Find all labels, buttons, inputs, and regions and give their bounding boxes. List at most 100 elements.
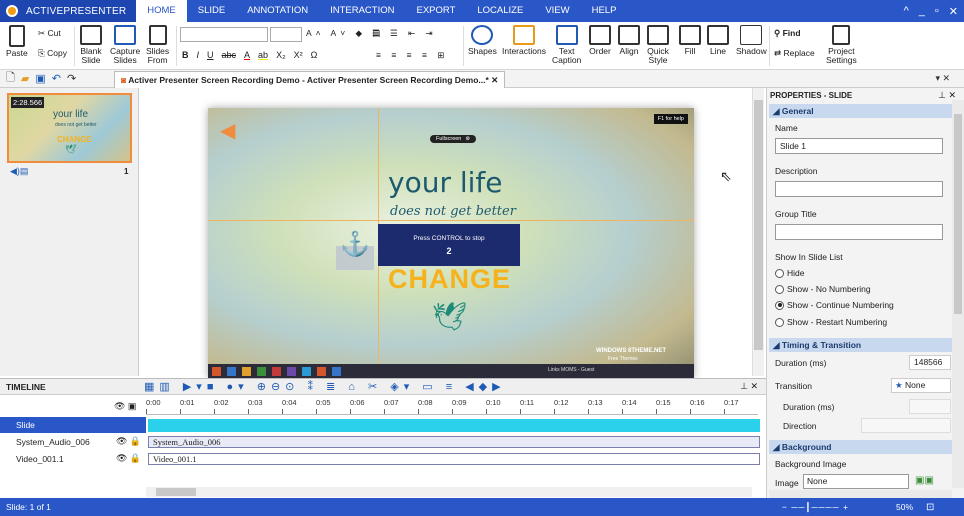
track-visibility-icon[interactable]: 👁 ▣	[114, 401, 136, 412]
app-menu-button[interactable]: ACTIVEPRESENTER	[0, 0, 137, 22]
slide-thumbnail[interactable]: 2:28.566 your life does not get better C…	[7, 93, 132, 163]
quick-style-button[interactable]: Quick Style	[647, 25, 669, 65]
section-timing[interactable]: ◢ Timing & Transition	[769, 338, 954, 352]
collapse-ribbon-icon[interactable]: ^	[904, 5, 909, 17]
document-tab[interactable]: ◙ Activer Presenter Screen Recording Dem…	[114, 71, 506, 88]
image-field[interactable]: None	[803, 474, 909, 489]
track-controls-icon[interactable]: 👁 🔒	[116, 436, 141, 447]
slides-from-button[interactable]: Slides From	[146, 25, 169, 65]
video-clip[interactable]: Video_001.1	[148, 453, 760, 465]
track-controls-icon[interactable]: 👁 🔒	[116, 453, 141, 464]
anchor-icon: ⚓	[340, 231, 370, 258]
track-row-slide[interactable]: Slide	[0, 417, 146, 433]
zoom-slider[interactable]: − ──┃──── +	[782, 502, 849, 513]
italic-button[interactable]: I	[197, 50, 200, 60]
replace-button[interactable]: ⇄ Replace	[774, 48, 815, 59]
tab-annotation[interactable]: ANNOTATION	[236, 0, 319, 22]
panel-menu-icon[interactable]: ▾ ✕	[935, 73, 950, 84]
radio-label: Show - Continue Numbering	[787, 300, 894, 310]
scroll-thumb[interactable]	[954, 114, 962, 314]
close-icon[interactable]: ✕	[949, 5, 958, 18]
font-size-select[interactable]	[270, 27, 302, 42]
track-row-audio[interactable]: System_Audio_006 👁 🔒	[0, 434, 146, 450]
text-caption-button[interactable]: Text Caption	[552, 25, 581, 65]
symbol-button[interactable]: Ω	[311, 50, 318, 60]
timeline-pin-icon[interactable]: ⊥ ✕	[740, 381, 758, 392]
scroll-thumb[interactable]	[156, 488, 196, 496]
align-button[interactable]: Align	[618, 25, 640, 56]
timeline-ruler[interactable]: 0:00 0:01 0:02 0:03 0:04 0:05 0:06 0:07 0:08 0:09…	[146, 396, 758, 415]
audio-clip[interactable]: System_Audio_006	[148, 436, 760, 448]
radio-continue-numbering[interactable]: Show - Continue Numbering	[775, 300, 894, 310]
bold-button[interactable]: B	[182, 50, 189, 60]
tab-help[interactable]: HELP	[581, 0, 628, 22]
timeline-header: TIMELINE ▦▥ ▶▾■ ●▾ ⊕⊖⊙ ⁑ ≣ ⌂ ✂ ◈▾ ▭ ≡ ◀◆…	[0, 379, 766, 395]
properties-scrollbar[interactable]	[952, 100, 964, 488]
timeline-tick-mark	[384, 409, 385, 414]
radio-no-numbering[interactable]: Show - No Numbering	[775, 284, 871, 294]
tab-home[interactable]: HOME	[136, 0, 187, 22]
undo-icon[interactable]: ↶	[52, 72, 61, 85]
tab-interaction[interactable]: INTERACTION	[319, 0, 405, 22]
fill-button[interactable]: Fill	[679, 25, 701, 56]
tab-localize[interactable]: LOCALIZE	[466, 0, 534, 22]
order-button[interactable]: Order	[589, 25, 611, 56]
group-title-field[interactable]	[775, 224, 943, 240]
divider	[769, 26, 770, 66]
highlight-button[interactable]: ab	[258, 50, 268, 60]
fit-window-icon[interactable]: ⊡	[926, 502, 934, 513]
find-button[interactable]: ⚲ Find	[774, 28, 801, 39]
taskbar-icons	[208, 364, 694, 378]
cut-button[interactable]: ✂ Cut	[38, 28, 61, 39]
shadow-button[interactable]: Shadow	[736, 25, 767, 56]
radio-hide[interactable]: Hide	[775, 268, 804, 278]
transition-duration-field[interactable]	[909, 399, 951, 414]
paste-button[interactable]: Paste	[6, 25, 28, 58]
radio-restart-numbering[interactable]: Show - Restart Numbering	[775, 317, 887, 327]
direction-select[interactable]	[861, 418, 951, 433]
interactions-button[interactable]: Interactions	[502, 25, 546, 56]
maximize-icon[interactable]: ▫	[935, 5, 939, 17]
slide-preview[interactable]: ◀ Fullscreen ⊗ F1 for help your life does…	[208, 108, 694, 378]
project-settings-icon	[832, 25, 851, 45]
new-file-icon[interactable]: 🗋	[6, 69, 15, 88]
taskbar-app-icon	[302, 366, 311, 376]
blank-slide-button[interactable]: Blank Slide	[80, 25, 102, 65]
capture-slides-button[interactable]: Capture Slides	[110, 25, 140, 65]
description-field[interactable]	[775, 181, 943, 197]
timeline-toolbar[interactable]: ▦▥ ▶▾■ ●▾ ⊕⊖⊙ ⁑ ≣ ⌂ ✂ ◈▾ ▭ ≡ ◀◆▶	[144, 380, 506, 393]
duration-field[interactable]: 148566	[909, 355, 951, 370]
canvas-vertical-scrollbar[interactable]	[752, 88, 764, 376]
strikethrough-button[interactable]: abc	[222, 50, 237, 60]
align-text-buttons[interactable]: ≡ ≡ ≡ ≡ ⊞	[376, 50, 448, 61]
line-button[interactable]: Line	[707, 25, 729, 56]
font-color-button[interactable]: A	[244, 50, 250, 60]
timeline-hscrollbar[interactable]	[146, 487, 752, 497]
underline-button[interactable]: U	[207, 50, 214, 60]
transition-select[interactable]: ★ None	[891, 378, 951, 393]
subscript-button[interactable]: X₂	[276, 50, 286, 60]
open-folder-icon[interactable]: ▰	[21, 72, 29, 85]
save-icon[interactable]: ▣	[35, 72, 45, 85]
section-background[interactable]: ◢ Background	[769, 440, 954, 454]
tab-view[interactable]: VIEW	[534, 0, 580, 22]
divider	[176, 26, 177, 66]
image-pick-icon[interactable]: ▣▣	[915, 475, 934, 486]
redo-icon[interactable]: ↷	[67, 72, 76, 85]
project-settings-button[interactable]: Project Settings	[826, 25, 857, 65]
track-row-video[interactable]: Video_001.1 👁 🔒	[0, 451, 146, 467]
font-family-select[interactable]	[180, 27, 268, 42]
tab-export[interactable]: EXPORT	[405, 0, 466, 22]
shapes-button[interactable]: Shapes	[468, 25, 497, 56]
superscript-button[interactable]: X²	[294, 50, 303, 60]
minimize-icon[interactable]: _	[919, 5, 925, 17]
copy-button[interactable]: ⎘ Copy	[38, 48, 67, 59]
slides-from-icon	[148, 25, 167, 45]
properties-hscrollbar[interactable]	[769, 490, 952, 498]
list-buttons[interactable]: ☰ ☰ ⇤ ⇥	[372, 28, 437, 39]
slide-clip[interactable]	[148, 419, 760, 432]
name-field[interactable]: Slide 1	[775, 138, 943, 154]
tab-slide[interactable]: SLIDE	[187, 0, 236, 22]
section-general[interactable]: ◢ General	[769, 104, 954, 118]
scroll-thumb[interactable]	[754, 100, 763, 350]
